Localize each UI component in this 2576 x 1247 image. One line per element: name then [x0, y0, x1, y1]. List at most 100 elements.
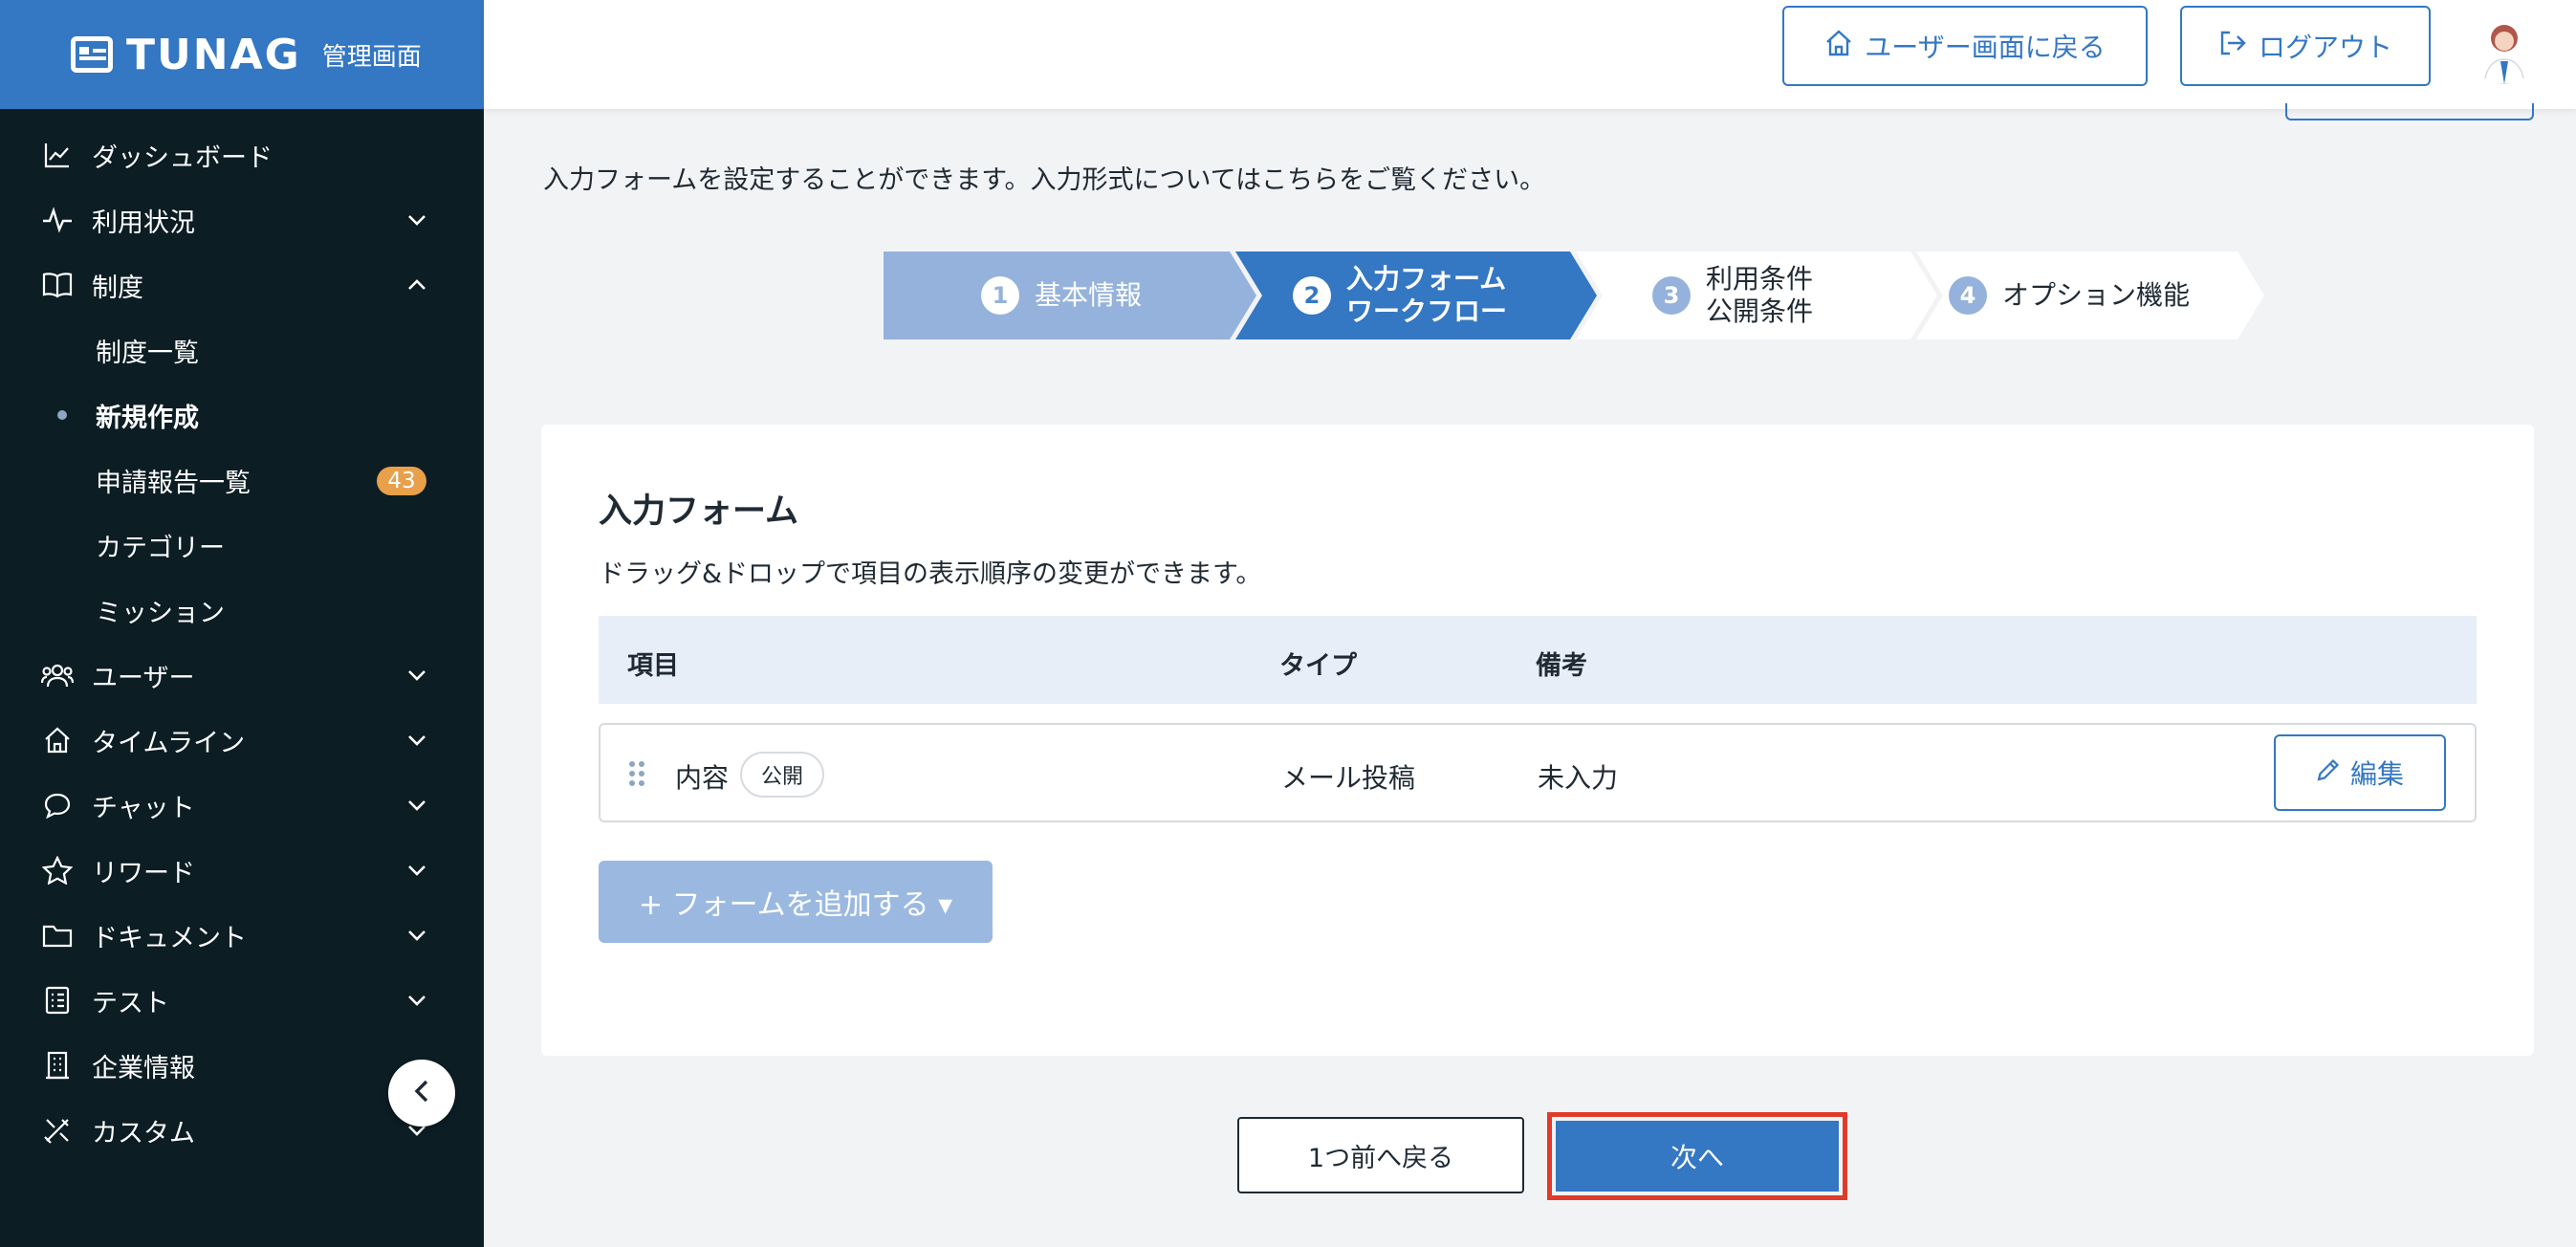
pencil-icon: [2316, 757, 2341, 789]
tunag-logo-icon: [71, 36, 113, 73]
intro-text: 入力フォームを設定することができます。入力形式についてはこちらをご覧ください。: [543, 165, 1546, 195]
sidebar-subitem-label: 申請報告一覧: [96, 468, 251, 498]
building-icon: [40, 1048, 75, 1083]
sidebar-item-label: ダッシュボード: [92, 142, 273, 173]
chevron-down-icon: [405, 664, 428, 687]
sidebar-item-chat[interactable]: チャット: [0, 773, 484, 838]
edit-button-label: 編集: [2349, 758, 2404, 790]
sidebar-item-dashboard[interactable]: ダッシュボード: [0, 122, 484, 187]
column-header-type: タイプ: [1279, 651, 1357, 681]
sidebar-item-usage[interactable]: 利用状況: [0, 187, 484, 252]
back-button-label: ユーザー画面に戻る: [1865, 32, 2106, 63]
back-to-user-screen-button[interactable]: ユーザー画面に戻る: [1782, 6, 2148, 86]
chevron-down-icon: [405, 989, 428, 1012]
drag-handle-icon[interactable]: [629, 761, 644, 786]
sidebar-subitem-label: カテゴリー: [96, 533, 225, 563]
step-number: 3: [1652, 276, 1691, 315]
card-description: ドラッグ&ドロップで項目の表示順序の変更ができます。: [599, 559, 1262, 589]
sidebar-subitem-reports[interactable]: 申請報告一覧 43: [0, 448, 484, 513]
sidebar-item-users[interactable]: ユーザー: [0, 643, 484, 708]
logout-button-label: ログアウト: [2258, 32, 2392, 63]
count-badge: 43: [377, 467, 426, 495]
sidebar-item-label: ユーザー: [92, 663, 195, 693]
step-4: 4 オプション機能: [1949, 252, 2190, 339]
folder-icon: [40, 918, 75, 952]
sidebar-subitem-label: 制度一覧: [96, 338, 199, 368]
chevron-down-icon: [405, 859, 428, 882]
chevron-down-icon: [405, 924, 428, 947]
sidebar-subitem-new[interactable]: 新規作成: [0, 383, 484, 448]
sidebar-item-label: ドキュメント: [92, 923, 247, 953]
sidebar-item-system[interactable]: 制度: [0, 252, 484, 317]
sidebar-subitem-label: ミッション: [96, 598, 225, 628]
sidebar-item-reward[interactable]: リワード: [0, 838, 484, 903]
sidebar-item-label: タイムライン: [92, 728, 246, 758]
input-form-card: 入力フォーム ドラッグ&ドロップで項目の表示順序の変更ができます。 項目 タイプ…: [541, 425, 2534, 1056]
chevron-up-icon: [405, 273, 428, 296]
public-tag: 公開: [740, 752, 825, 798]
sidebar-nav: ダッシュボード 利用状況 制度 制度一覧 新規作成 申請報告一覧 43 カテゴリ…: [0, 109, 484, 1163]
users-icon: [40, 658, 75, 692]
star-icon: [40, 853, 75, 887]
card-title: 入力フォーム: [599, 492, 798, 531]
sidebar-subitem-category[interactable]: カテゴリー: [0, 513, 484, 578]
step-2: 2 入力フォーム ワークフロー: [1293, 252, 1507, 339]
row-note: 未入力: [1538, 762, 1619, 794]
step-indicator: 1 基本情報 2 入力フォーム ワークフロー 3 利用条件 公開条件 4 オプション…: [884, 252, 2264, 339]
sidebar: TUNAG 管理画面 ダッシュボード 利用状況 制度 制度一覧 新規作成 申請報…: [0, 0, 484, 1247]
home-icon: [40, 723, 75, 757]
step-label: オプション機能: [2002, 279, 2191, 311]
add-form-button[interactable]: + フォームを追加する ▾: [599, 861, 993, 943]
sidebar-subitem-system-list[interactable]: 制度一覧: [0, 317, 484, 383]
sidebar-item-label: カスタム: [92, 1118, 195, 1149]
logout-icon: [2218, 29, 2247, 64]
user-avatar[interactable]: [2469, 13, 2540, 84]
logout-button[interactable]: ログアウト: [2180, 6, 2431, 86]
checklist-icon: [40, 983, 75, 1017]
step-number: 2: [1293, 276, 1331, 315]
step-label: 基本情報: [1035, 279, 1143, 311]
step-1: 1 基本情報: [981, 252, 1142, 339]
top-header: ユーザー画面に戻る ログアウト: [484, 0, 2576, 109]
step-label: 利用条件 公開条件: [1706, 263, 1814, 327]
sidebar-item-label: テスト: [92, 988, 169, 1018]
table-row[interactable]: 内容 公開 メール投稿 未入力 編集: [599, 723, 2477, 822]
book-open-icon: [40, 268, 75, 302]
sidebar-item-label: 制度: [92, 273, 143, 303]
next-button[interactable]: 次へ: [1556, 1121, 1839, 1192]
edit-button[interactable]: 編集: [2274, 734, 2446, 811]
tools-icon: [40, 1113, 75, 1148]
activity-icon: [40, 203, 75, 237]
chevron-down-icon: [405, 208, 428, 231]
sidebar-item-test[interactable]: テスト: [0, 968, 484, 1033]
sidebar-subitem-label: 新規作成: [96, 403, 199, 433]
sidebar-subitem-mission[interactable]: ミッション: [0, 578, 484, 643]
column-header-item: 項目: [627, 651, 679, 681]
sidebar-item-label: 利用状況: [92, 208, 195, 238]
sidebar-item-document[interactable]: ドキュメント: [0, 903, 484, 968]
table-header: 項目 タイプ 備考: [599, 616, 2477, 704]
sidebar-item-label: チャット: [92, 793, 195, 823]
column-header-note: 備考: [1536, 651, 1587, 681]
home-icon: [1824, 29, 1853, 64]
step-number: 1: [981, 276, 1019, 315]
chevron-left-icon: [413, 1079, 430, 1107]
active-dot-icon: [57, 410, 67, 420]
sidebar-item-timeline[interactable]: タイムライン: [0, 708, 484, 773]
step-number: 4: [1949, 276, 1987, 315]
admin-label: 管理画面: [321, 42, 422, 72]
step-3: 3 利用条件 公開条件: [1652, 252, 1813, 339]
chevron-down-icon: [405, 729, 428, 752]
step-label: 入力フォーム ワークフロー: [1346, 263, 1508, 327]
brand-header[interactable]: TUNAG 管理画面: [0, 0, 484, 109]
partial-header-button[interactable]: [2285, 103, 2534, 120]
sidebar-collapse-button[interactable]: [388, 1060, 455, 1127]
sidebar-item-label: 企業情報: [92, 1053, 195, 1083]
sidebar-item-label: リワード: [92, 858, 195, 888]
row-type: メール投稿: [1281, 762, 1416, 794]
chevron-down-icon: [405, 794, 428, 817]
previous-step-button[interactable]: 1つ前へ戻る: [1237, 1117, 1524, 1193]
row-item-name: 内容: [675, 762, 730, 794]
chat-icon: [40, 788, 75, 822]
chart-line-icon: [40, 138, 75, 172]
